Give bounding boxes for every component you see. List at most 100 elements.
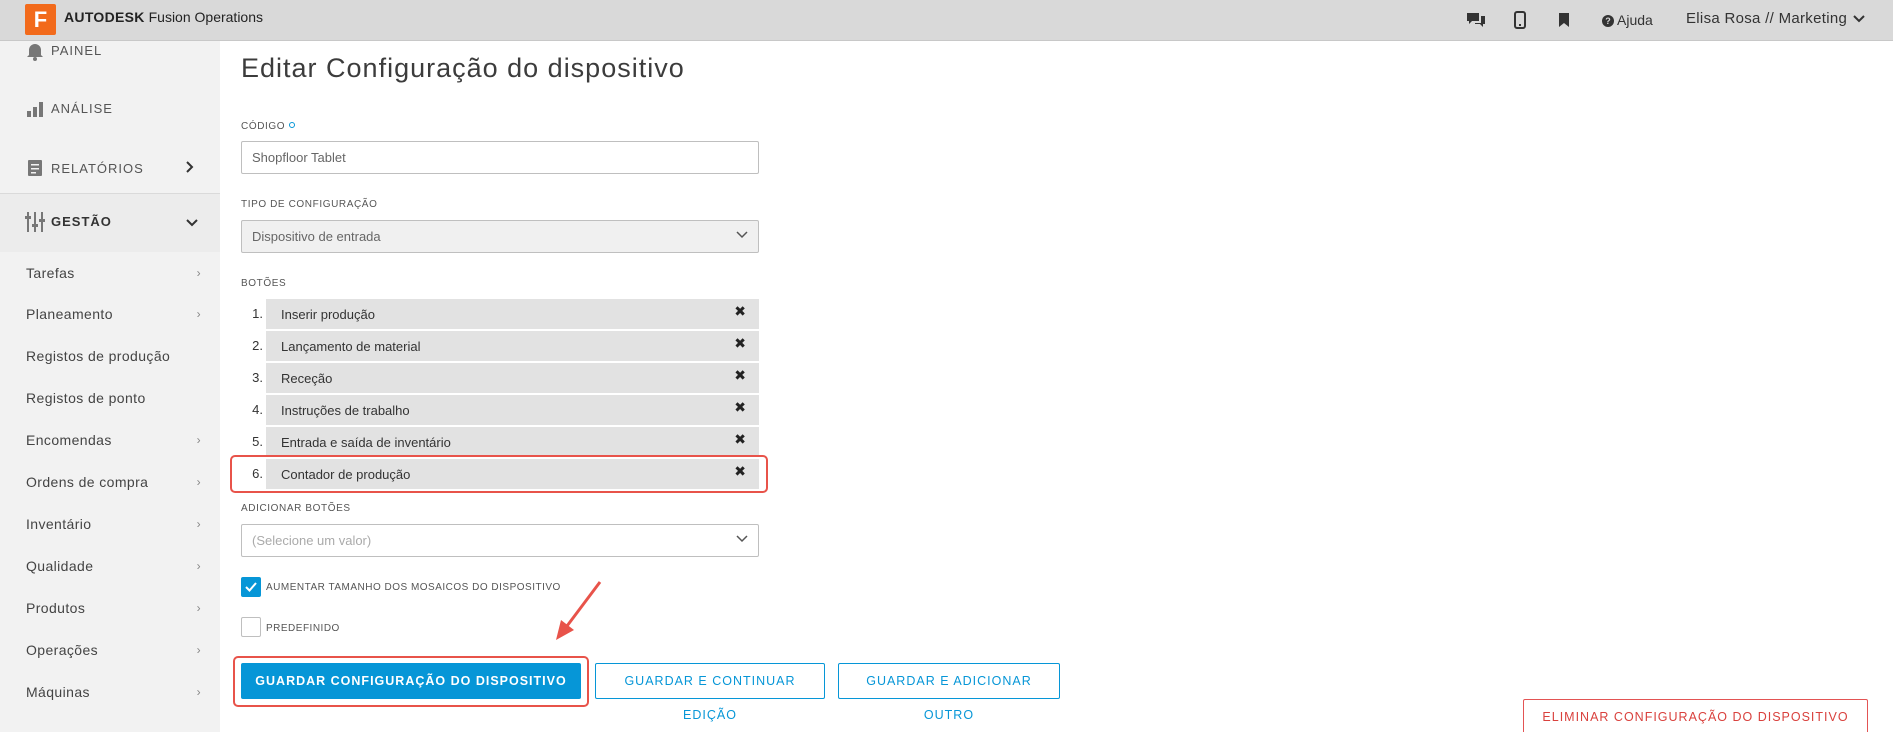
chevron-right-icon: › <box>196 307 201 321</box>
save-add-button[interactable]: GUARDAR E ADICIONAR OUTRO <box>838 663 1060 722</box>
bell-icon <box>25 41 45 61</box>
sidebar-item-label: Planeamento <box>26 306 113 322</box>
button-row[interactable]: 3. Receção ✖ <box>241 363 759 393</box>
sidebar-item-label: Máquinas <box>26 684 90 700</box>
page-title: Editar Configuração do dispositivo <box>241 53 685 83</box>
button-row-box[interactable]: Inserir produção ✖ <box>266 299 759 329</box>
button-row-number: 5. <box>252 434 263 449</box>
chevron-down-icon <box>736 229 748 241</box>
sidebar-item-analise[interactable]: ANÁLISE <box>0 91 220 149</box>
add-buttons-select[interactable]: (Selecione um valor) <box>241 524 759 557</box>
bar-chart-icon <box>25 99 45 119</box>
button-row-label: Lançamento de material <box>281 339 421 354</box>
fusion-logo[interactable]: F <box>25 4 56 35</box>
sidebar-item-registos-ponto[interactable]: Registos de ponto <box>26 390 201 406</box>
sidebar-item-label: Ordens de compra <box>26 474 149 490</box>
sidebar-item-planeamento[interactable]: Planeamento › <box>26 306 201 322</box>
sidebar-item-registos-producao[interactable]: Registos de produção <box>26 348 201 364</box>
sidebar-item-ordens-compra[interactable]: Ordens de compra › <box>26 474 201 490</box>
button-row[interactable]: 4. Instruções de trabalho ✖ <box>241 395 759 425</box>
brand-product: Fusion Operations <box>144 9 264 25</box>
help-label: Ajuda <box>1617 12 1653 28</box>
highlight-annotation-button <box>233 656 589 707</box>
config-type-value: Dispositivo de entrada <box>252 229 381 244</box>
arrow-annotation-icon <box>556 581 602 640</box>
remove-icon[interactable]: ✖ <box>734 335 746 352</box>
button-row[interactable]: 5. Entrada e saída de inventário ✖ <box>241 427 759 457</box>
remove-icon[interactable]: ✖ <box>734 431 746 448</box>
button-row-label: Inserir produção <box>281 307 375 322</box>
sidebar-item-label: Produtos <box>26 600 86 616</box>
button-row-box[interactable]: Lançamento de material ✖ <box>266 331 759 361</box>
sliders-icon <box>25 211 45 232</box>
sidebar-item-label: Inventário <box>26 516 92 532</box>
sidebar-item-label: GESTÃO <box>51 214 112 229</box>
sidebar-item-operacoes[interactable]: Operações › <box>26 642 201 658</box>
add-buttons-label: ADICIONAR BOTÕES <box>241 503 351 514</box>
save-continue-button[interactable]: GUARDAR E CONTINUAR EDIÇÃO <box>595 663 825 722</box>
config-type-select[interactable]: Dispositivo de entrada <box>241 220 759 253</box>
buttons-label: BOTÕES <box>241 278 287 289</box>
sidebar-item-label: RELATÓRIOS <box>51 161 144 176</box>
add-buttons-placeholder: (Selecione um valor) <box>252 533 372 548</box>
sidebar-item-inventario[interactable]: Inventário › <box>26 516 201 532</box>
user-menu[interactable]: Elisa Rosa // Marketing <box>1686 10 1865 27</box>
sidebar-item-encomendas[interactable]: Encomendas › <box>26 432 201 448</box>
chevron-right-icon: › <box>196 643 201 657</box>
code-label-text: CÓDIGO <box>241 121 286 132</box>
default-checkbox[interactable] <box>241 617 261 637</box>
default-label: PREDEFINIDO <box>266 623 340 634</box>
button-row-box[interactable]: Receção ✖ <box>266 363 759 393</box>
sidebar-item-tarefas[interactable]: Tarefas › <box>26 265 201 281</box>
increase-tiles-checkbox[interactable] <box>241 577 261 597</box>
brand-name: AUTODESK Fusion Operations <box>64 9 263 25</box>
button-row-label: Receção <box>281 371 333 386</box>
help-link[interactable]: ? Ajuda <box>1602 12 1653 28</box>
sidebar-item-label: PAINEL <box>51 43 103 58</box>
chevron-down-icon <box>186 214 198 230</box>
chevron-right-icon: › <box>196 475 201 489</box>
mobile-device-icon[interactable] <box>1508 8 1532 32</box>
sidebar-item-label: Registos de ponto <box>26 390 146 406</box>
chevron-down-icon <box>1853 12 1865 26</box>
button-row-number: 3. <box>252 370 263 385</box>
chevron-right-icon: › <box>196 433 201 447</box>
bookmark-icon[interactable] <box>1552 8 1576 32</box>
chevron-right-icon: › <box>196 266 201 280</box>
sidebar-item-maquinas[interactable]: Máquinas › <box>26 684 201 700</box>
button-row-box[interactable]: Entrada e saída de inventário ✖ <box>266 427 759 457</box>
user-name: Elisa Rosa // Marketing <box>1686 10 1848 27</box>
sidebar-item-produtos[interactable]: Produtos › <box>26 600 201 616</box>
button-row-number: 1. <box>252 306 263 321</box>
brand-bold: AUTODESK <box>64 9 145 25</box>
chevron-right-icon: › <box>196 685 201 699</box>
config-type-label: TIPO DE CONFIGURAÇÃO <box>241 199 378 210</box>
chevron-down-icon <box>736 533 748 545</box>
increase-tiles-label: AUMENTAR TAMANHO DOS MOSAICOS DO DISPOSI… <box>266 582 561 593</box>
remove-icon[interactable]: ✖ <box>734 399 746 416</box>
chevron-right-icon <box>186 160 194 176</box>
button-row-box[interactable]: Instruções de trabalho ✖ <box>266 395 759 425</box>
chevron-right-icon: › <box>196 559 201 573</box>
sidebar: PAINEL ANÁLISE RELATÓRIOS GESTÃO Tarefas… <box>0 41 220 732</box>
button-row-label: Instruções de trabalho <box>281 403 410 418</box>
code-input[interactable]: Shopfloor Tablet <box>241 141 759 174</box>
sidebar-item-gestao[interactable]: GESTÃO <box>0 194 220 252</box>
sidebar-item-label: Registos de produção <box>26 348 171 364</box>
chevron-right-icon: › <box>196 601 201 615</box>
sidebar-item-painel[interactable]: PAINEL <box>0 33 220 91</box>
sidebar-item-qualidade[interactable]: Qualidade › <box>26 558 201 574</box>
required-indicator-icon <box>289 122 296 128</box>
chat-icon[interactable] <box>1464 8 1488 32</box>
sidebar-item-label: Operações <box>26 642 99 658</box>
help-icon: ? <box>1602 15 1614 27</box>
sidebar-item-label: Encomendas <box>26 432 112 448</box>
remove-icon[interactable]: ✖ <box>734 303 746 320</box>
remove-icon[interactable]: ✖ <box>734 367 746 384</box>
button-row[interactable]: 2. Lançamento de material ✖ <box>241 331 759 361</box>
delete-button[interactable]: ELIMINAR CONFIGURAÇÃO DO DISPOSITIVO <box>1523 699 1868 732</box>
top-bar: F AUTODESK Fusion Operations ? Ajuda Elis… <box>0 0 1893 41</box>
report-icon <box>25 158 45 178</box>
button-row[interactable]: 1. Inserir produção ✖ <box>241 299 759 329</box>
sidebar-item-label: Tarefas <box>26 265 75 281</box>
